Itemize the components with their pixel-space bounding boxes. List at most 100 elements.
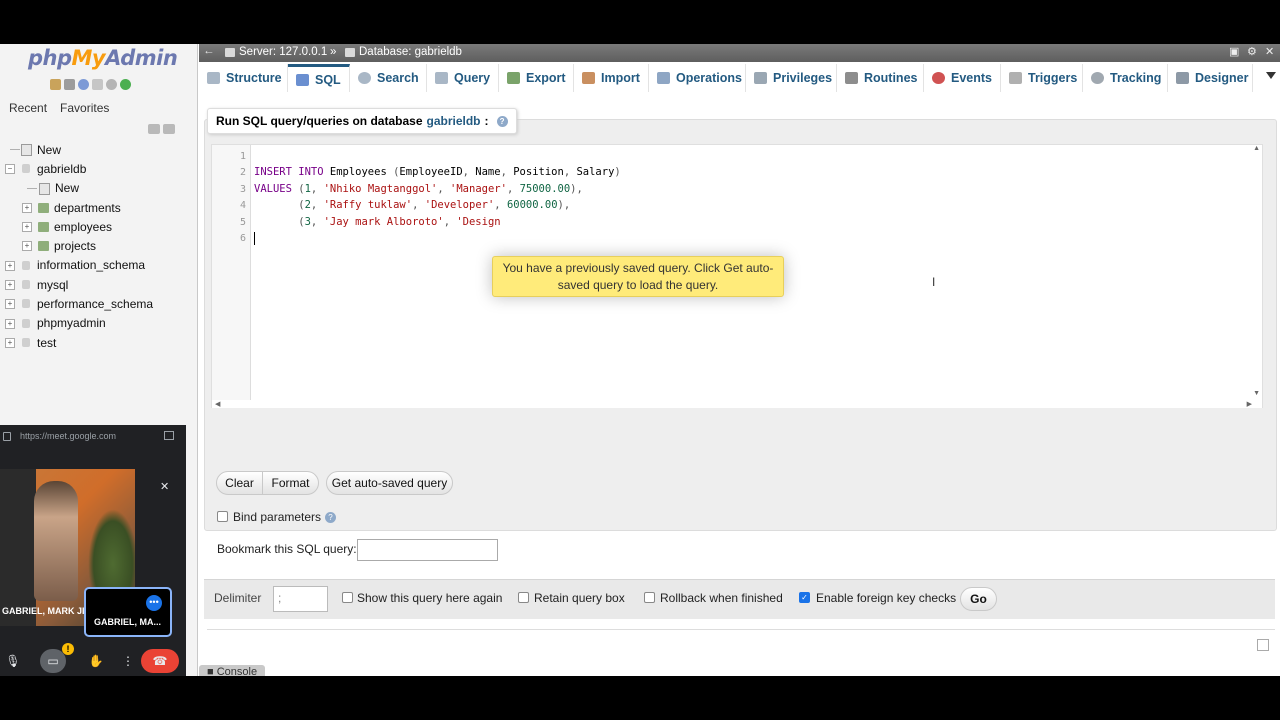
maximize-icon[interactable]	[1257, 639, 1269, 651]
help-icon[interactable]	[78, 79, 89, 90]
tree-item-information-schema[interactable]: + information_schema	[0, 256, 197, 275]
format-button[interactable]: Format	[262, 471, 319, 495]
camera-icon[interactable]: ▭	[40, 649, 66, 673]
self-tile[interactable]: ••• GABRIEL, MA...	[84, 587, 172, 637]
settings-icon[interactable]: ⚙	[1247, 47, 1258, 58]
tab-routines[interactable]: Routines	[837, 64, 924, 92]
help-icon[interactable]: ?	[325, 512, 336, 523]
recent-favorites-tabs: Recent Favorites	[0, 97, 114, 119]
delimiter-input[interactable]: ;	[273, 586, 328, 612]
new-icon	[21, 144, 32, 156]
database-icon	[22, 260, 30, 270]
logout-icon[interactable]	[64, 79, 75, 90]
scroll-right-icon[interactable]: ▶	[1247, 400, 1252, 408]
tab-triggers[interactable]: Triggers	[1001, 64, 1083, 92]
more-vert-icon[interactable]: ⋮	[116, 649, 140, 673]
tree-item-test[interactable]: + test	[0, 333, 197, 352]
breadcrumb-server[interactable]: Server: 127.0.0.1	[225, 46, 327, 58]
tree-item-new-table[interactable]: New	[0, 179, 197, 198]
back-arrow-icon[interactable]: ←	[203, 45, 215, 57]
meet-pip-window[interactable]: https://meet.google.com ✕ GABRIEL, MARK …	[0, 425, 186, 676]
nav-icon-row	[50, 79, 131, 90]
bookmark-label: Bookmark this SQL query:	[217, 542, 357, 556]
scroll-up-icon[interactable]: ▲	[1253, 145, 1260, 152]
search-icon	[358, 72, 371, 84]
get-autosaved-query-button[interactable]: Get auto-saved query	[326, 471, 453, 495]
tree-item-employees[interactable]: + employees	[0, 217, 197, 236]
recent-tab[interactable]: Recent	[5, 97, 52, 119]
console-tab[interactable]: ■ Console	[199, 665, 265, 676]
link-icon[interactable]	[163, 124, 175, 134]
tree-item-performance-schema[interactable]: + performance_schema	[0, 294, 197, 313]
delimiter-label: Delimiter	[214, 591, 262, 605]
foreign-key-checkbox[interactable]: ✓	[799, 592, 810, 603]
bookmark-input[interactable]	[357, 539, 498, 561]
settings-icon[interactable]	[106, 79, 117, 90]
lock-icon[interactable]: ▣	[1229, 47, 1240, 58]
expand-icon[interactable]: +	[5, 280, 15, 291]
expand-icon[interactable]: +	[22, 202, 32, 213]
scroll-down-icon[interactable]: ▼	[1253, 390, 1260, 397]
database-icon	[345, 47, 355, 57]
popout-icon[interactable]	[164, 431, 174, 440]
code-line: VALUES (1, 'Nhiko Magtanggol', 'Manager'…	[254, 183, 583, 195]
expand-icon[interactable]: +	[5, 260, 15, 271]
favorites-tab[interactable]: Favorites	[56, 97, 114, 119]
more-options-icon[interactable]: •••	[146, 595, 162, 611]
mic-off-icon: ✕	[160, 481, 170, 493]
expand-icon[interactable]: +	[5, 299, 15, 310]
clear-button[interactable]: Clear	[216, 471, 263, 495]
tab-tracking[interactable]: Tracking	[1083, 64, 1168, 92]
tab-query[interactable]: Query	[427, 64, 499, 92]
raise-hand-icon[interactable]: ✋	[84, 649, 108, 673]
tab-designer[interactable]: Designer	[1168, 64, 1253, 92]
bind-parameters-checkbox[interactable]	[217, 511, 228, 522]
go-button[interactable]: Go	[960, 587, 997, 611]
collapse-all-icon[interactable]	[148, 124, 160, 134]
reload-icon[interactable]	[120, 79, 131, 90]
self-name: GABRIEL, MA...	[94, 617, 161, 627]
expand-icon[interactable]: +	[5, 318, 15, 329]
tree-item-mysql[interactable]: + mysql	[0, 275, 197, 294]
expand-icon[interactable]: +	[22, 241, 32, 252]
tab-export[interactable]: Export	[499, 64, 574, 92]
breadcrumb-database[interactable]: Database: gabrieldb	[345, 46, 462, 58]
tree-item-departments[interactable]: + departments	[0, 198, 197, 217]
tab-search[interactable]: Search	[350, 64, 427, 92]
horizontal-scrollbar[interactable]: ◀ ▶	[212, 400, 1262, 408]
retain-query-box-checkbox[interactable]	[518, 592, 529, 603]
tab-sql[interactable]: SQL	[288, 64, 350, 92]
more-tabs-icon[interactable]	[1266, 72, 1276, 79]
close-icon[interactable]: ✕	[1265, 47, 1276, 58]
end-call-icon[interactable]: ☎	[141, 649, 179, 673]
tab-privileges[interactable]: Privileges	[746, 64, 837, 92]
tree-item-new[interactable]: New	[0, 140, 197, 159]
tree-item-phpmyadmin[interactable]: + phpmyadmin	[0, 314, 197, 333]
expand-icon[interactable]: +	[5, 337, 15, 348]
rollback-checkbox[interactable]	[644, 592, 655, 603]
expand-icon[interactable]: +	[22, 222, 32, 233]
show-query-checkbox[interactable]	[342, 592, 353, 603]
tab-events[interactable]: Events	[924, 64, 1001, 92]
collapse-icon[interactable]: −	[5, 164, 15, 175]
database-name[interactable]: gabrieldb	[427, 114, 481, 128]
help-icon[interactable]: ?	[496, 115, 508, 127]
tab-structure[interactable]: Structure	[199, 64, 288, 92]
phpmyadmin-logo[interactable]: phpMyAdmin	[28, 46, 178, 70]
tree-item-projects[interactable]: + projects	[0, 236, 197, 255]
scroll-left-icon[interactable]: ◀	[215, 400, 220, 408]
export-icon	[507, 72, 520, 84]
code-line: (3, 'Jay mark Alboroto', 'Design	[298, 216, 501, 228]
eye-icon	[1091, 72, 1104, 84]
mouse-cursor: I	[932, 275, 936, 289]
tab-operations[interactable]: Operations	[649, 64, 746, 92]
main-content: Run SQL query/queries on database gabrie…	[199, 93, 1280, 676]
docs-icon[interactable]	[92, 79, 103, 90]
database-icon	[22, 280, 30, 290]
home-icon[interactable]	[50, 79, 61, 90]
autosave-tooltip: You have a previously saved query. Click…	[492, 256, 784, 297]
microphone-icon[interactable]: 🎙	[1, 649, 25, 673]
tree-item-gabrieldb[interactable]: − gabrieldb	[0, 159, 197, 178]
tab-import[interactable]: Import	[574, 64, 649, 92]
database-icon	[22, 318, 30, 328]
